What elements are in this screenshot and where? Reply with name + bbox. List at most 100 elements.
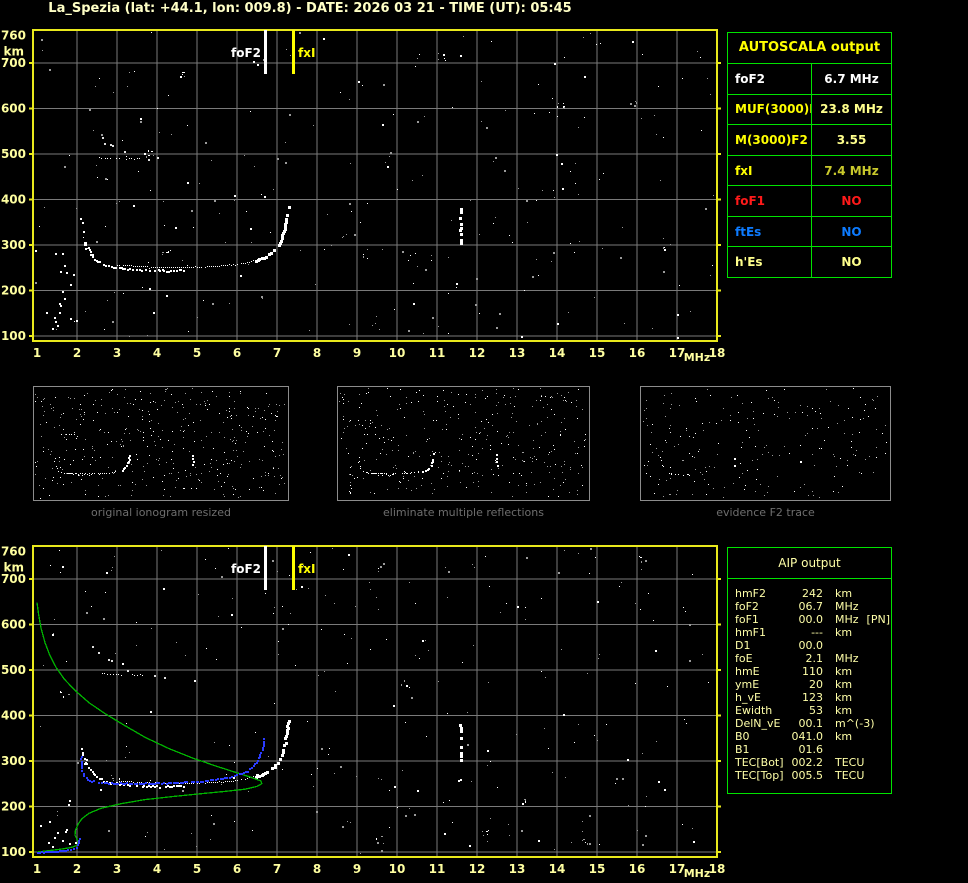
svg-text:6: 6 [233,346,241,360]
svg-text:16: 16 [629,346,646,360]
svg-text:3: 3 [113,346,121,360]
aip-value: 20 [787,678,823,691]
aip-value: 041.0 [787,730,823,743]
aip-label: hmE [735,665,787,678]
svg-text:300: 300 [1,238,26,252]
aip-unit: MHz [835,652,859,665]
svg-text:500: 500 [1,663,26,677]
svg-text:km: km [4,561,24,575]
aip-unit: km [835,730,852,743]
aip-unit: km [835,587,852,600]
svg-text:7: 7 [273,862,281,876]
svg-text:15: 15 [589,346,606,360]
table-row: foE2.1 MHz [735,652,891,665]
table-row: TEC[Bot]002.2 TECU [735,756,891,769]
aip-value: 00.0 [787,613,823,626]
svg-text:760: 760 [1,545,26,559]
aip-unit: TECU [835,756,864,769]
table-row: foF100.0MHz[PN] [735,613,891,626]
table-row: D100.0 [735,639,891,652]
svg-text:18: 18 [709,346,725,360]
table-row: M(3000)F23.55 [728,124,891,155]
parameter-value: NO [812,217,891,247]
aip-label: hmF1 [735,626,787,639]
thumbnail-caption: original ionogram resized [33,506,289,520]
svg-text:1: 1 [33,346,41,360]
parameter-value: 7.4 MHz [812,156,891,186]
svg-text:12: 12 [469,862,486,876]
table-row: foF26.7 MHz [728,63,891,94]
aip-unit: km [835,691,852,704]
svg-text:foF2: foF2 [231,562,261,576]
aip-label: B0 [735,730,787,743]
aip-output-table: AIP output hmF2242kmfoF206.7MHzfoF100.0M… [727,547,892,794]
aip-unit: MHz [835,613,859,626]
svg-text:600: 600 [1,101,26,115]
svg-text:300: 300 [1,754,26,768]
profile-ionogram-plot: foF2fxI760700600500400300200100km1234567… [0,540,725,883]
svg-text:2: 2 [73,346,81,360]
thumbnail-eliminate-reflections [337,386,590,501]
svg-text:4: 4 [153,862,161,876]
svg-text:6: 6 [233,862,241,876]
aip-label: h_vE [735,691,787,704]
aip-value: 2.1 [787,652,823,665]
svg-text:8: 8 [313,862,321,876]
table-row: hmF1--- km [735,626,891,639]
svg-text:500: 500 [1,147,26,161]
svg-text:foF2: foF2 [231,46,261,60]
svg-text:km: km [4,45,24,59]
aip-value: 005.5 [787,769,823,782]
svg-text:2: 2 [73,862,81,876]
station-title: La_Spezia (lat: +44.1, lon: 009.8) - DAT… [30,1,590,19]
svg-text:15: 15 [589,862,606,876]
svg-text:9: 9 [353,346,361,360]
svg-text:400: 400 [1,708,26,722]
aip-label: foE [735,652,787,665]
ionogram-plot: foF2fxI760700600500400300200100km1234567… [0,24,725,369]
aip-value: --- [787,626,823,639]
table-row: h_vE123km [735,691,891,704]
svg-text:760: 760 [1,29,26,43]
svg-text:200: 200 [1,283,26,297]
svg-text:12: 12 [469,346,486,360]
parameter-value: NO [812,247,891,277]
table-row: B0041.0 km [735,730,891,743]
aip-value: 002.2 [787,756,823,769]
aip-value: 00.1 [787,717,823,730]
parameter-label: foF2 [728,64,812,94]
thumbnail-original-ionogram [33,386,289,501]
svg-text:8: 8 [313,346,321,360]
aip-label: B1 [735,743,787,756]
table-row: foF206.7MHz [735,600,891,613]
autoscala-app-window: La_Spezia (lat: +44.1, lon: 009.8) - DAT… [0,0,968,883]
parameter-label: h'Es [728,247,812,277]
aip-unit: km [835,704,852,717]
svg-text:14: 14 [549,346,566,360]
table-row: h'EsNO [728,246,891,277]
aip-label: TEC[Bot] [735,756,787,769]
svg-text:600: 600 [1,617,26,631]
aip-label: DelN_vE [735,717,787,730]
parameter-label: M(3000)F2 [728,125,812,155]
aip-value: 01.6 [787,743,823,756]
aip-unit: TECU [835,769,864,782]
table-row: ftEsNO [728,216,891,247]
aip-label: TEC[Top] [735,769,787,782]
aip-unit: km [835,626,852,639]
aip-unit: m^(-3) [835,717,874,730]
svg-text:14: 14 [549,862,566,876]
table-row: ymE20km [735,678,891,691]
aip-value: 110 [787,665,823,678]
svg-text:13: 13 [509,346,526,360]
aip-value: 242 [787,587,823,600]
svg-text:fxI: fxI [298,562,315,576]
aip-value: 53 [787,704,823,717]
aip-value: 00.0 [787,639,823,652]
svg-text:100: 100 [1,329,26,343]
svg-text:10: 10 [389,346,406,360]
svg-text:7: 7 [273,346,281,360]
table-row: DelN_vE00.1 m^(-3) [735,717,891,730]
aip-extra: [PN] [867,613,890,626]
aip-label: D1 [735,639,787,652]
